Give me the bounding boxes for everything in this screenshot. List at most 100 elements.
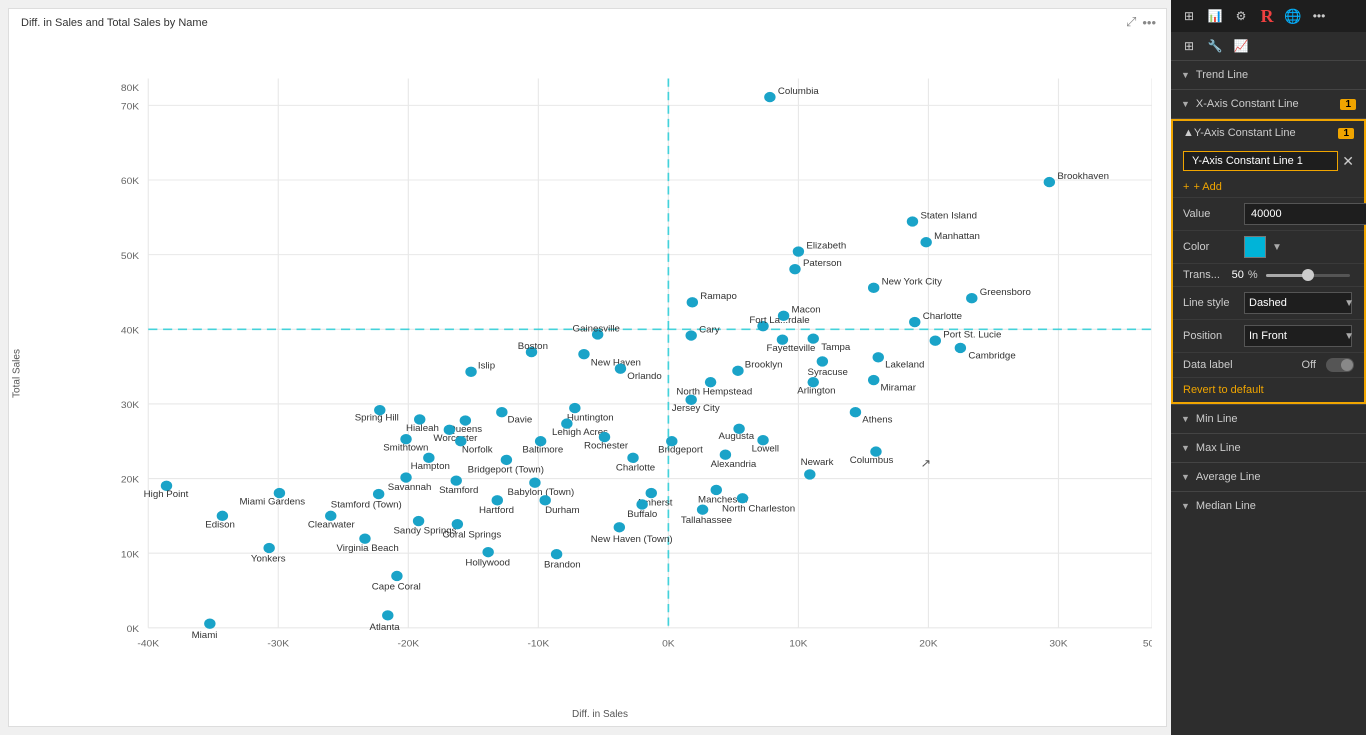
dot-lakeland[interactable]: [873, 352, 884, 362]
y-axis-count: 1: [1338, 128, 1354, 139]
dot-cape-coral[interactable]: [391, 571, 402, 581]
dot-greensboro[interactable]: [966, 293, 977, 303]
globe-icon[interactable]: 🌐: [1283, 6, 1303, 26]
dot-staten-island[interactable]: [907, 216, 918, 226]
line-style-label: Line style: [1183, 297, 1238, 309]
dot-bridgeport-town[interactable]: [501, 455, 512, 465]
dot-sandy-springs[interactable]: [413, 516, 424, 526]
dot-miami[interactable]: [204, 618, 215, 628]
svg-text:Staten Island: Staten Island: [920, 211, 977, 221]
dot-babylon-town[interactable]: [529, 478, 540, 488]
dot-yonkers[interactable]: [263, 543, 274, 553]
dot-tallahassee[interactable]: [697, 504, 708, 514]
y-axis-section-header[interactable]: ▲ Y-Axis Constant Line 1: [1173, 121, 1364, 145]
dot-nyc[interactable]: [868, 283, 879, 293]
min-line-section[interactable]: ▼ Min Line: [1171, 404, 1366, 433]
dot-alexandria[interactable]: [720, 450, 731, 460]
scatter-plot: 0K 10K 20K 30K 40K 50K 60K 70K 80K -40K …: [57, 37, 1152, 690]
dot-new-haven-town[interactable]: [614, 522, 625, 532]
average-line-section[interactable]: ▼ Average Line: [1171, 462, 1366, 491]
dot-stamford-town[interactable]: [373, 489, 384, 499]
dot-columbia[interactable]: [764, 92, 775, 102]
dot-atlanta[interactable]: [382, 610, 393, 620]
expand-icon[interactable]: ⤢: [1126, 14, 1136, 30]
line-style-select[interactable]: Solid Dashed Dotted: [1244, 292, 1352, 314]
y-axis-section-label: Y-Axis Constant Line: [1194, 127, 1296, 139]
icon-3[interactable]: ⚙: [1231, 6, 1251, 26]
svg-text:Virginia Beach: Virginia Beach: [336, 543, 398, 553]
dot-brookhaven[interactable]: [1044, 177, 1055, 187]
dot-orlando[interactable]: [615, 364, 626, 374]
dot-charlotte-l[interactable]: [627, 453, 638, 463]
dot-davie[interactable]: [496, 407, 507, 417]
trend-line-section[interactable]: ▼ Trend Line: [1171, 61, 1366, 90]
dot-newark[interactable]: [804, 469, 815, 479]
dot-savannah[interactable]: [400, 472, 411, 482]
more-icon[interactable]: •••: [1142, 15, 1156, 30]
icon-2[interactable]: 📊: [1205, 6, 1225, 26]
dot-cary[interactable]: [685, 330, 696, 340]
line-selector-box[interactable]: Y-Axis Constant Line 1: [1183, 151, 1338, 171]
dots-icon[interactable]: •••: [1309, 6, 1329, 26]
dot-brooklyn[interactable]: [732, 366, 743, 376]
r-icon[interactable]: R: [1257, 6, 1277, 26]
dot-elizabeth[interactable]: [793, 246, 804, 256]
icon-a[interactable]: ⊞: [1179, 36, 1199, 56]
dot-stamford[interactable]: [451, 475, 462, 485]
dot-hollywood[interactable]: [482, 547, 493, 557]
max-line-section[interactable]: ▼ Max Line: [1171, 433, 1366, 462]
dot-ramapo[interactable]: [687, 297, 698, 307]
x-axis-section[interactable]: ▼ X-Axis Constant Line 1: [1171, 90, 1366, 119]
dot-athens[interactable]: [850, 407, 861, 417]
trans-value: 50: [1224, 269, 1244, 281]
dot-north-hempstead[interactable]: [705, 377, 716, 387]
svg-text:Hollywood: Hollywood: [465, 558, 510, 568]
dot-brandon[interactable]: [551, 549, 562, 559]
svg-text:Norfolk: Norfolk: [462, 445, 493, 455]
color-dropdown-icon[interactable]: ▼: [1272, 242, 1282, 253]
trend-line-label: Trend Line: [1196, 69, 1248, 81]
dot-port-st-lucie[interactable]: [930, 336, 941, 346]
dot-miramar[interactable]: [868, 375, 879, 385]
revert-link[interactable]: Revert to default: [1173, 377, 1364, 402]
add-line-btn[interactable]: + + Add: [1173, 177, 1364, 197]
icon-1[interactable]: ⊞: [1179, 6, 1199, 26]
color-swatch[interactable]: [1244, 236, 1266, 258]
dot-north-charleston[interactable]: [737, 493, 748, 503]
y-axis-label: Total Sales: [12, 349, 23, 398]
dot-amherst[interactable]: [646, 488, 657, 498]
svg-text:Newark: Newark: [801, 457, 834, 467]
dot-tampa[interactable]: [808, 333, 819, 343]
data-label-toggle[interactable]: [1326, 358, 1354, 372]
dot-charlotte-r[interactable]: [909, 317, 920, 327]
dot-syracuse[interactable]: [817, 356, 828, 366]
dot-hartford[interactable]: [492, 495, 503, 505]
position-select[interactable]: In Front Behind: [1244, 325, 1352, 347]
svg-text:Manhattan: Manhattan: [934, 232, 980, 242]
dot-virginia-beach[interactable]: [359, 533, 370, 543]
dot-cambridge[interactable]: [955, 343, 966, 353]
dot-huntington[interactable]: [569, 403, 580, 413]
color-row: Color ▼: [1173, 230, 1364, 263]
svg-text:-30K: -30K: [267, 639, 289, 649]
dot-manchester[interactable]: [711, 485, 722, 495]
svg-text:Ramapo: Ramapo: [700, 292, 737, 302]
value-input[interactable]: [1244, 203, 1366, 225]
dot-new-haven[interactable]: [578, 349, 589, 359]
trans-slider-thumb[interactable]: [1302, 269, 1314, 281]
dot-manhattan[interactable]: [920, 237, 931, 247]
icon-b[interactable]: 🔧: [1205, 36, 1225, 56]
svg-text:Hartford: Hartford: [479, 505, 514, 515]
svg-text:Arlington: Arlington: [797, 386, 835, 396]
line-close-btn[interactable]: ✕: [1342, 153, 1354, 170]
svg-text:Tallahassee: Tallahassee: [681, 516, 732, 526]
dot-paterson[interactable]: [789, 264, 800, 274]
dot-buffalo[interactable]: [636, 499, 647, 509]
svg-text:Cambridge: Cambridge: [968, 351, 1015, 361]
icon-c[interactable]: 📈: [1231, 36, 1251, 56]
dot-islip[interactable]: [465, 367, 476, 377]
median-line-section[interactable]: ▼ Median Line: [1171, 491, 1366, 520]
dot-coral-springs[interactable]: [452, 519, 463, 529]
trans-slider-track[interactable]: [1266, 274, 1350, 277]
dot-durham[interactable]: [539, 495, 550, 505]
